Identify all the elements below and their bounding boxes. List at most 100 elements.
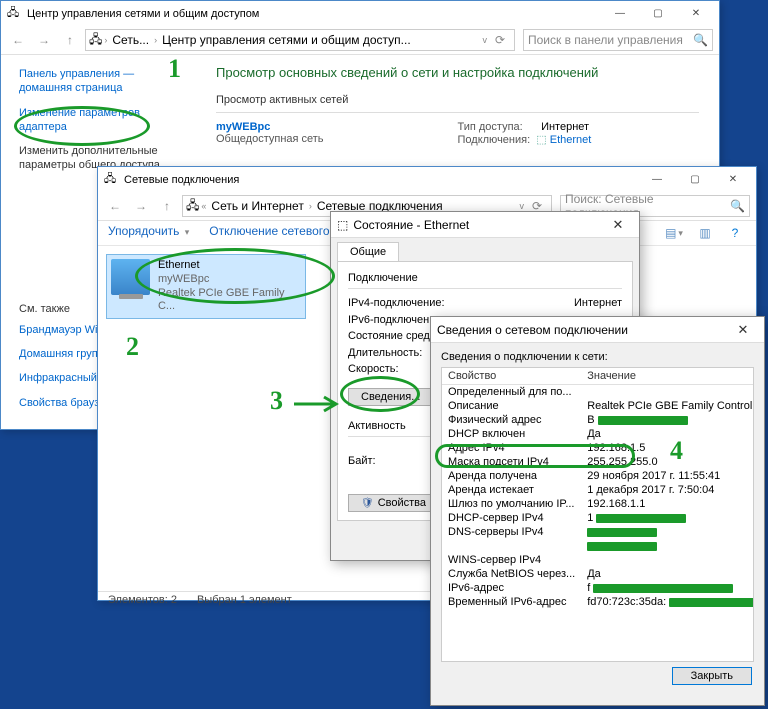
col-value[interactable]: Значение xyxy=(581,368,754,385)
minimize-button[interactable]: — xyxy=(601,4,639,24)
col-property[interactable]: Свойство xyxy=(442,368,581,385)
value-cell: 192.168.1.1 xyxy=(581,497,754,511)
close-button[interactable]: ✕ xyxy=(603,217,633,233)
property-cell xyxy=(442,539,581,553)
property-cell: IPv6-адрес xyxy=(442,581,581,595)
ipv4-conn-label: IPv4-подключение: xyxy=(348,295,574,312)
organize-menu[interactable]: Упорядочить ▾ xyxy=(108,224,191,242)
refresh-button[interactable]: ⟳ xyxy=(489,29,511,51)
connection-link[interactable]: Ethernet xyxy=(550,134,592,146)
property-cell: Шлюз по умолчанию IP... xyxy=(442,497,581,511)
table-row: DHCP включенДа xyxy=(442,427,754,441)
property-cell: Аренда получена xyxy=(442,469,581,483)
property-cell: Временный IPv6-адрес xyxy=(442,595,581,609)
netcenter-icon: 🖧 xyxy=(186,196,199,217)
dialog-titlebar[interactable]: Сведения о сетевом подключении ✕ xyxy=(431,317,764,343)
value-cell: Realtek PCIe GBE Family Controller xyxy=(581,399,754,413)
breadcrumb-segment[interactable]: Сеть... xyxy=(109,32,152,48)
connection-group-label: Подключение xyxy=(348,272,622,284)
forward-button[interactable]: → xyxy=(33,29,55,51)
tab-general[interactable]: Общие xyxy=(337,242,399,261)
close-button[interactable]: ✕ xyxy=(728,322,758,338)
titlebar[interactable]: 🖧 Центр управления сетями и общим доступ… xyxy=(1,1,719,26)
connections-label: Подключения: xyxy=(458,134,531,146)
ethernet-icon: ⬚ xyxy=(337,218,348,232)
folder-icon: 🖧 xyxy=(102,172,118,188)
table-row: WINS-сервер IPv4 xyxy=(442,553,754,567)
adapter-name: Ethernet xyxy=(158,259,301,273)
redaction-mark xyxy=(587,528,657,537)
breadcrumb-segment[interactable]: Сеть и Интернет xyxy=(208,198,306,214)
property-cell: DNS-серверы IPv4 xyxy=(442,525,581,539)
titlebar[interactable]: 🖧 Сетевые подключения — ▢ ✕ xyxy=(98,167,756,192)
table-row: Шлюз по умолчанию IP...192.168.1.1 xyxy=(442,497,754,511)
back-button[interactable]: ← xyxy=(104,195,126,217)
ipv4-conn-value: Интернет xyxy=(574,295,622,312)
details-button[interactable]: Сведения... xyxy=(348,388,433,406)
adapter-device: Realtek PCIe GBE Family C... xyxy=(158,287,301,315)
maximize-button[interactable]: ▢ xyxy=(639,4,677,24)
maximize-button[interactable]: ▢ xyxy=(676,170,714,190)
adapter-item-ethernet[interactable]: Ethernet myWEBpc Realtek PCIe GBE Family… xyxy=(106,254,306,319)
dialog-title: Сведения о сетевом подключении xyxy=(437,323,628,337)
details-dialog: Сведения о сетевом подключении ✕ Сведени… xyxy=(430,316,765,706)
value-cell: 29 ноября 2017 г. 11:55:41 xyxy=(581,469,754,483)
panel-home-link[interactable]: Панель управления — домашняя страница xyxy=(19,67,188,96)
value-cell: fd70:723c:35da: xyxy=(581,595,754,609)
change-adapter-link[interactable]: Изменение параметров адаптера xyxy=(19,106,188,135)
properties-button[interactable]: Свойства xyxy=(348,494,439,512)
ethernet-icon: ⬚ xyxy=(536,134,546,146)
network-name[interactable]: myWEBpc xyxy=(216,121,458,133)
table-row: Определенный для по... xyxy=(442,385,754,400)
breadcrumb-segment[interactable]: Центр управления сетями и общим доступ..… xyxy=(159,32,414,48)
redaction-mark xyxy=(598,416,688,425)
property-cell: Описание xyxy=(442,399,581,413)
window-title: Центр управления сетями и общим доступом xyxy=(27,8,259,20)
page-heading: Просмотр основных сведений о сети и наст… xyxy=(216,65,699,80)
table-row: Маска подсети IPv4255.255.255.0 xyxy=(442,455,754,469)
address-bar[interactable]: 🖧 › Сеть... › Центр управления сетями и … xyxy=(85,29,515,51)
value-cell: B xyxy=(581,413,754,427)
property-cell: DHCP включен xyxy=(442,427,581,441)
value-cell: f xyxy=(581,581,754,595)
close-dialog-button[interactable]: Закрыть xyxy=(672,667,752,685)
dropdown-icon[interactable]: v xyxy=(481,35,490,45)
back-button[interactable]: ← xyxy=(7,29,29,51)
value-cell xyxy=(581,553,754,567)
property-cell: Аренда истекает xyxy=(442,483,581,497)
dialog-titlebar[interactable]: ⬚ Состояние - Ethernet ✕ xyxy=(331,212,639,238)
search-placeholder: Поиск в панели управления xyxy=(528,33,683,47)
preview-pane-button[interactable]: ▥ xyxy=(694,224,716,242)
chevron-right-icon: › xyxy=(152,35,159,45)
network-type: Общедоступная сеть xyxy=(216,133,458,145)
active-nets-label: Просмотр активных сетей xyxy=(216,94,699,106)
forward-button[interactable]: → xyxy=(130,195,152,217)
search-input[interactable]: Поиск в панели управления 🔍 xyxy=(523,29,713,51)
netcenter-icon: 🖧 xyxy=(5,6,21,22)
details-table: Свойство Значение Определенный для по...… xyxy=(441,367,754,662)
up-button[interactable]: ↑ xyxy=(156,195,178,217)
value-cell xyxy=(581,539,754,553)
table-row: Аренда истекает1 декабря 2017 г. 7:50:04 xyxy=(442,483,754,497)
table-row xyxy=(442,539,754,553)
minimize-button[interactable]: — xyxy=(638,170,676,190)
property-cell: DHCP-сервер IPv4 xyxy=(442,511,581,525)
help-button[interactable]: ? xyxy=(724,224,746,242)
value-cell: 1 xyxy=(581,511,754,525)
redaction-mark xyxy=(587,542,657,551)
property-cell: Адрес IPv4 xyxy=(442,441,581,455)
access-type-label: Тип доступа: xyxy=(458,121,523,133)
access-type-value: Интернет xyxy=(541,121,589,133)
table-row: DHCP-сервер IPv41 xyxy=(442,511,754,525)
view-icons-button[interactable]: ▤ ▾ xyxy=(664,224,686,242)
search-icon: 🔍 xyxy=(693,33,708,47)
dropdown-icon[interactable]: v xyxy=(518,201,527,211)
netcenter-icon: 🖧 xyxy=(89,30,102,51)
table-row: IPv6-адресf xyxy=(442,581,754,595)
selection-count: Выбран 1 элемент xyxy=(197,594,292,611)
close-button[interactable]: ✕ xyxy=(677,4,715,24)
close-button[interactable]: ✕ xyxy=(714,170,752,190)
table-row: Адрес IPv4192.168.1.5 xyxy=(442,441,754,455)
up-button[interactable]: ↑ xyxy=(59,29,81,51)
redaction-mark xyxy=(596,514,686,523)
